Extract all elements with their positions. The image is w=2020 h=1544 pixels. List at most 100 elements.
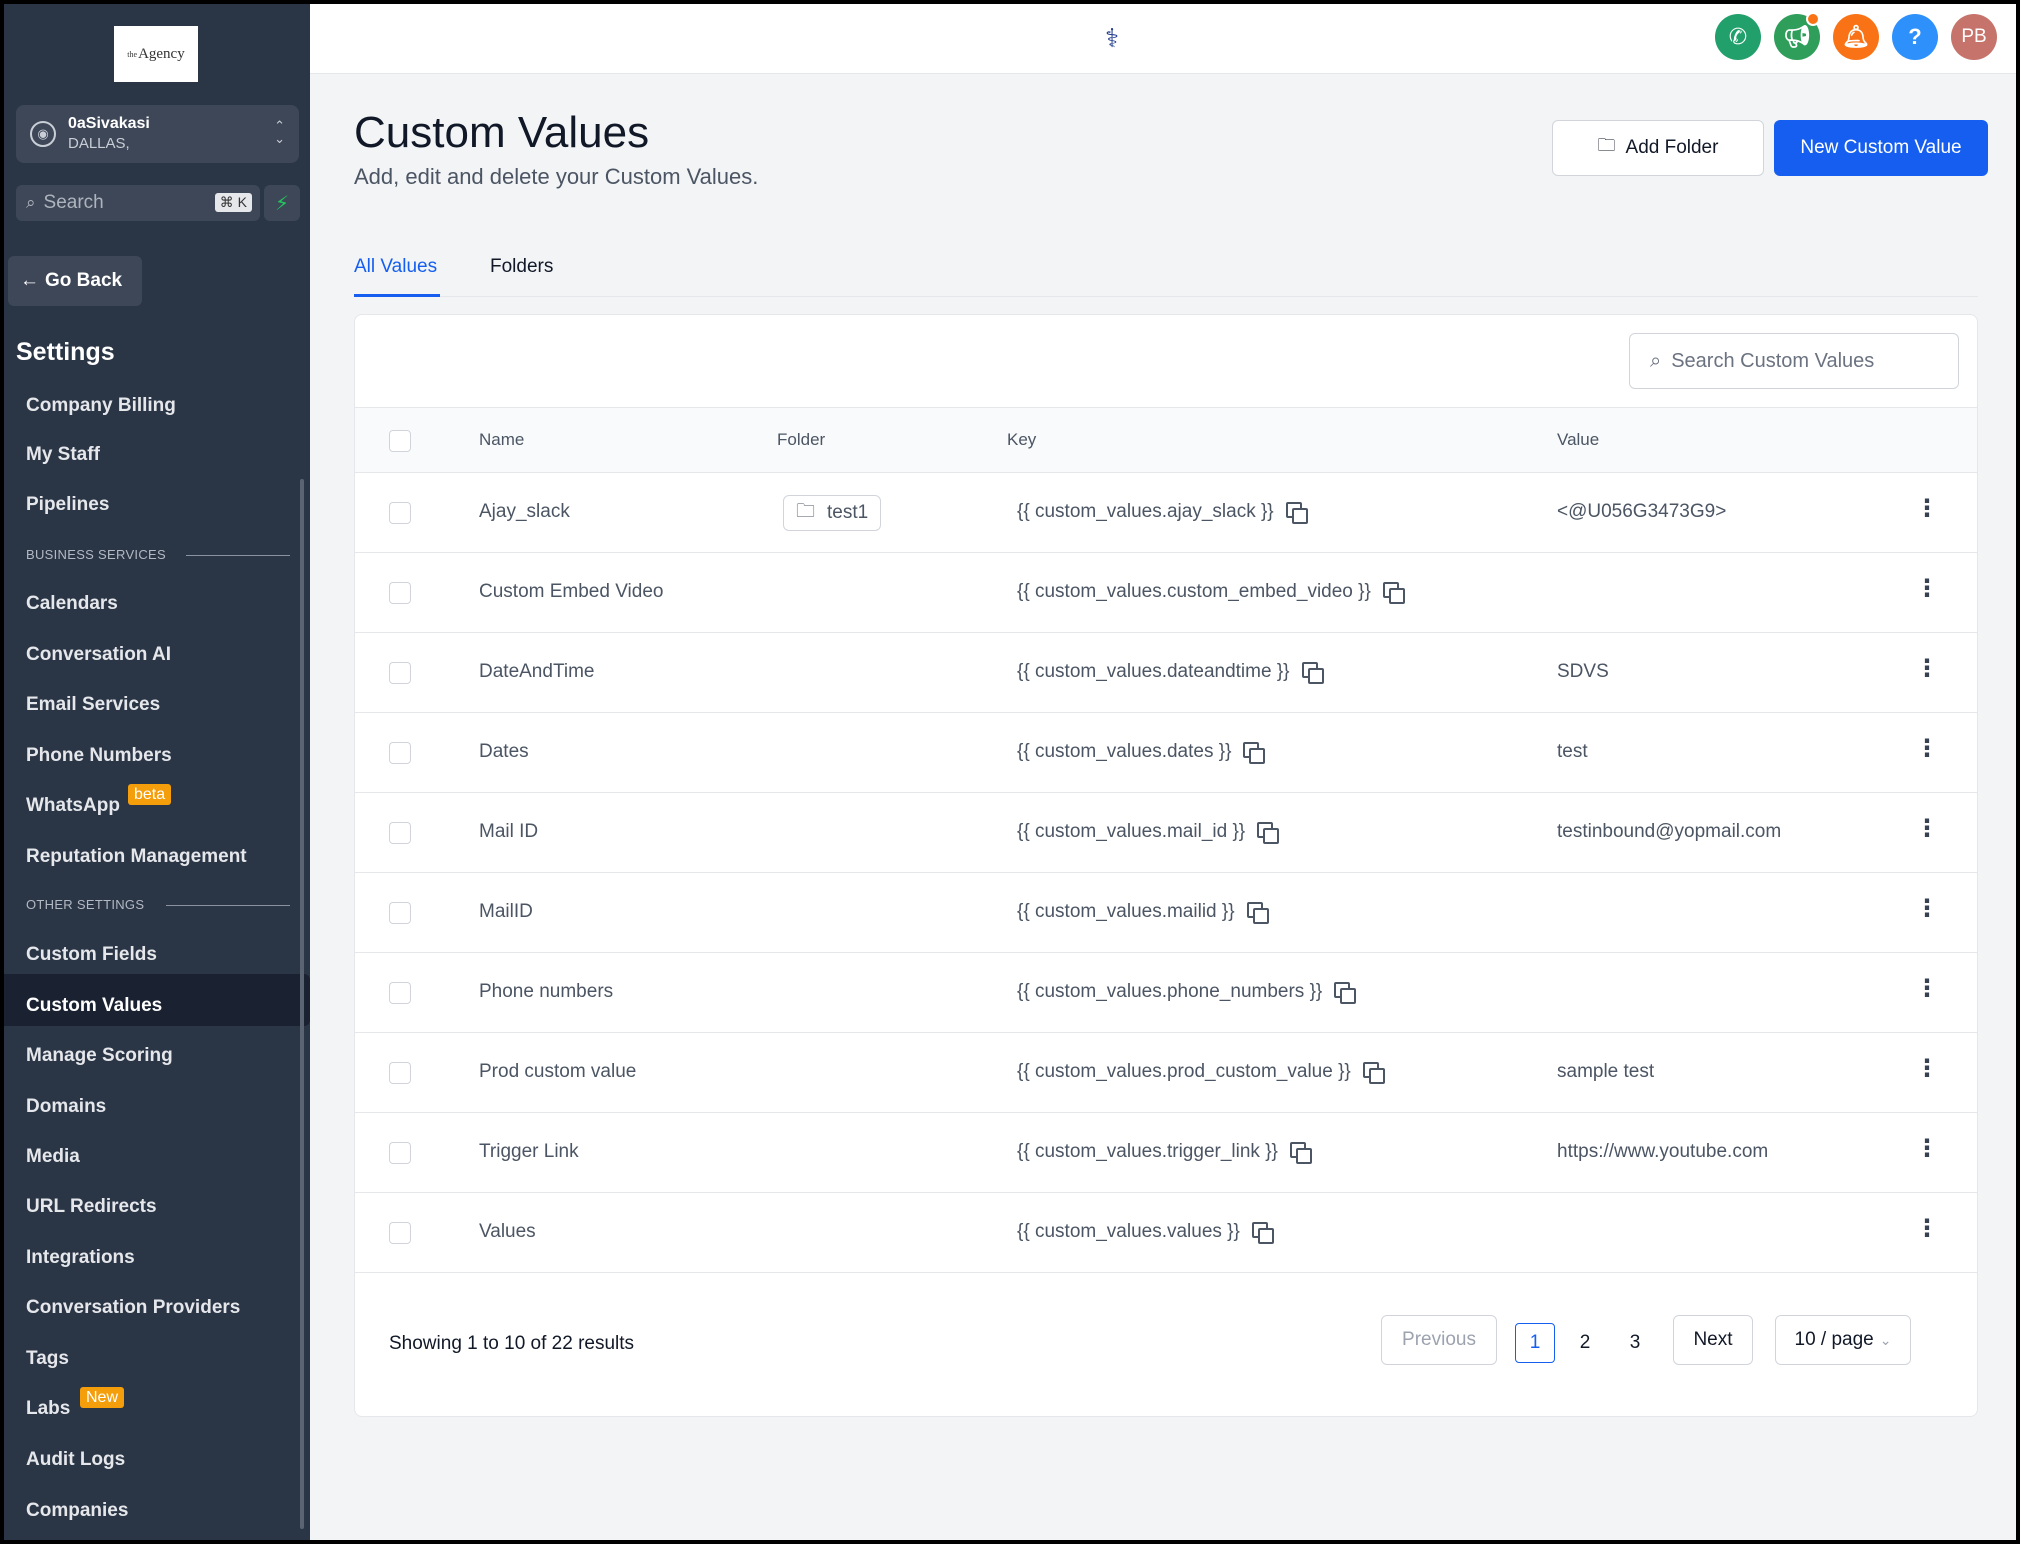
copy-icon[interactable] — [1334, 982, 1357, 1004]
more-options-icon[interactable]: ⋮ — [1915, 1057, 1939, 1081]
copy-icon[interactable] — [1289, 1142, 1312, 1164]
sidebar-item-media[interactable]: Media — [26, 1146, 80, 1168]
phone-icon[interactable]: ✆ — [1715, 14, 1761, 60]
section-divider — [166, 905, 290, 906]
page-3[interactable]: 3 — [1615, 1323, 1655, 1363]
table-row[interactable]: Mail ID {{ custom_values.mail_id }} testin… — [355, 793, 1977, 873]
quick-actions-bolt-icon[interactable]: ⚡ — [264, 185, 300, 221]
column-folder[interactable]: Folder — [777, 430, 825, 450]
sidebar-scrollbar[interactable] — [300, 479, 304, 1529]
more-options-icon[interactable]: ⋮ — [1915, 1137, 1939, 1161]
row-name: Values — [479, 1221, 536, 1242]
row-checkbox[interactable] — [389, 502, 411, 524]
more-options-icon[interactable]: ⋮ — [1915, 977, 1939, 1001]
copy-icon[interactable] — [1285, 502, 1308, 524]
more-options-icon[interactable]: ⋮ — [1915, 817, 1939, 841]
table-row[interactable]: Ajay_slack 🗀 test1 {{ custom_values.ajay_sl… — [355, 473, 1977, 553]
agency-logo[interactable]: the Agency — [114, 26, 198, 82]
sidebar-item-audit-logs[interactable]: Audit Logs — [26, 1449, 125, 1471]
row-checkbox[interactable] — [389, 742, 411, 764]
row-key-text: {{ custom_values.prod_custom_value }} — [1017, 1061, 1351, 1082]
go-back-button[interactable]: ← Go Back — [8, 256, 142, 306]
sidebar-item-integrations[interactable]: Integrations — [26, 1247, 135, 1269]
sidebar-item-companies[interactable]: Companies — [26, 1500, 128, 1522]
avatar[interactable]: PB — [1951, 14, 1997, 60]
more-options-icon[interactable]: ⋮ — [1915, 497, 1939, 521]
copy-icon[interactable] — [1257, 822, 1280, 844]
table-row[interactable]: Trigger Link {{ custom_values.trigger_lin… — [355, 1113, 1977, 1193]
sidebar-item-whatsapp[interactable]: WhatsApp — [26, 795, 120, 817]
row-checkbox[interactable] — [389, 582, 411, 604]
row-checkbox[interactable] — [389, 662, 411, 684]
app-frame: the Agency ◉ 0aSivakasi DALLAS, ⌃ ⌄ ⌕ Sear… — [4, 4, 2016, 1540]
sidebar-item-tags[interactable]: Tags — [26, 1348, 69, 1370]
table-row[interactable]: Values {{ custom_values.values }} ⋮ — [355, 1193, 1977, 1273]
row-key-text: {{ custom_values.dateandtime }} — [1017, 661, 1290, 682]
more-options-icon[interactable]: ⋮ — [1915, 737, 1939, 761]
tab-all-values[interactable]: All Values — [354, 256, 437, 278]
row-key-text: {{ custom_values.mail_id }} — [1017, 821, 1246, 842]
sidebar-item-company-billing[interactable]: Company Billing — [26, 395, 176, 417]
copy-icon[interactable] — [1362, 1062, 1385, 1084]
sidebar-item-labs[interactable]: Labs — [26, 1398, 70, 1420]
table-row[interactable]: MailID {{ custom_values.mailid }} ⋮ — [355, 873, 1977, 953]
row-checkbox[interactable] — [389, 1222, 411, 1244]
sidebar-item-conversation-ai[interactable]: Conversation AI — [26, 644, 171, 666]
folder-name: test1 — [827, 502, 869, 523]
copy-icon[interactable] — [1251, 1222, 1274, 1244]
table-row[interactable]: DateAndTime {{ custom_values.dateandtime … — [355, 633, 1977, 713]
copy-icon[interactable] — [1246, 902, 1269, 924]
row-checkbox[interactable] — [389, 1142, 411, 1164]
search-custom-values-input[interactable]: ⌕ Search Custom Values — [1629, 333, 1959, 389]
help-icon[interactable]: ? — [1892, 14, 1938, 60]
new-custom-value-button[interactable]: New Custom Value — [1774, 120, 1988, 176]
sidebar-item-manage-scoring[interactable]: Manage Scoring — [26, 1045, 173, 1067]
table-row[interactable]: Prod custom value {{ custom_values.prod_c… — [355, 1033, 1977, 1113]
page-1[interactable]: 1 — [1515, 1323, 1555, 1363]
page-2[interactable]: 2 — [1565, 1323, 1605, 1363]
sidebar-search[interactable]: ⌕ Search ⌘ K — [16, 185, 260, 221]
sidebar-item-url-redirects[interactable]: URL Redirects — [26, 1196, 157, 1218]
next-page-button[interactable]: Next — [1673, 1315, 1753, 1365]
table-row[interactable]: Custom Embed Video {{ custom_values.custo… — [355, 553, 1977, 633]
help-label: ? — [1908, 24, 1922, 49]
sidebar-item-custom-fields[interactable]: Custom Fields — [26, 944, 157, 966]
sidebar-item-phone-numbers[interactable]: Phone Numbers — [26, 745, 172, 767]
copy-icon[interactable] — [1382, 582, 1405, 604]
row-checkbox[interactable] — [389, 982, 411, 1004]
table-row[interactable]: Phone numbers {{ custom_values.phone_numb… — [355, 953, 1977, 1033]
copy-icon[interactable] — [1301, 662, 1324, 684]
sidebar-item-email-services[interactable]: Email Services — [26, 694, 160, 716]
column-key[interactable]: Key — [1007, 430, 1036, 450]
notification-dot — [1806, 12, 1820, 26]
sidebar-item-conversation-providers[interactable]: Conversation Providers — [26, 1297, 240, 1319]
row-checkbox[interactable] — [389, 822, 411, 844]
tab-folders[interactable]: Folders — [490, 256, 553, 278]
sidebar-item-custom-values[interactable]: Custom Values — [26, 995, 162, 1017]
tabs-divider — [354, 296, 1978, 297]
folder-chip[interactable]: 🗀 test1 — [783, 495, 882, 531]
column-value[interactable]: Value — [1557, 430, 1599, 450]
add-folder-button[interactable]: 🗀 Add Folder — [1552, 120, 1764, 176]
row-checkbox[interactable] — [389, 1062, 411, 1084]
sidebar-item-calendars[interactable]: Calendars — [26, 593, 118, 615]
sidebar-item-domains[interactable]: Domains — [26, 1096, 106, 1118]
more-options-icon[interactable]: ⋮ — [1915, 657, 1939, 681]
copy-icon[interactable] — [1243, 742, 1266, 764]
sidebar-item-reputation-management[interactable]: Reputation Management — [26, 846, 247, 868]
location-switcher[interactable]: ◉ 0aSivakasi DALLAS, ⌃ ⌄ — [16, 105, 299, 163]
sidebar-item-pipelines[interactable]: Pipelines — [26, 494, 109, 516]
table-row[interactable]: Dates {{ custom_values.dates }} test ⋮ — [355, 713, 1977, 793]
row-checkbox[interactable] — [389, 902, 411, 924]
row-key: {{ custom_values.ajay_slack }} — [1017, 501, 1308, 524]
bell-icon[interactable]: 🔔︎ — [1833, 14, 1879, 60]
column-name[interactable]: Name — [479, 430, 524, 450]
more-options-icon[interactable]: ⋮ — [1915, 1217, 1939, 1241]
previous-page-button[interactable]: Previous — [1381, 1315, 1497, 1365]
sidebar-item-my-staff[interactable]: My Staff — [26, 444, 100, 466]
more-options-icon[interactable]: ⋮ — [1915, 577, 1939, 601]
page-size-select[interactable]: 10 / page ⌄ — [1775, 1315, 1911, 1365]
select-all-checkbox[interactable] — [389, 430, 411, 452]
table-header: Name Folder Key Value — [355, 407, 1977, 473]
more-options-icon[interactable]: ⋮ — [1915, 897, 1939, 921]
